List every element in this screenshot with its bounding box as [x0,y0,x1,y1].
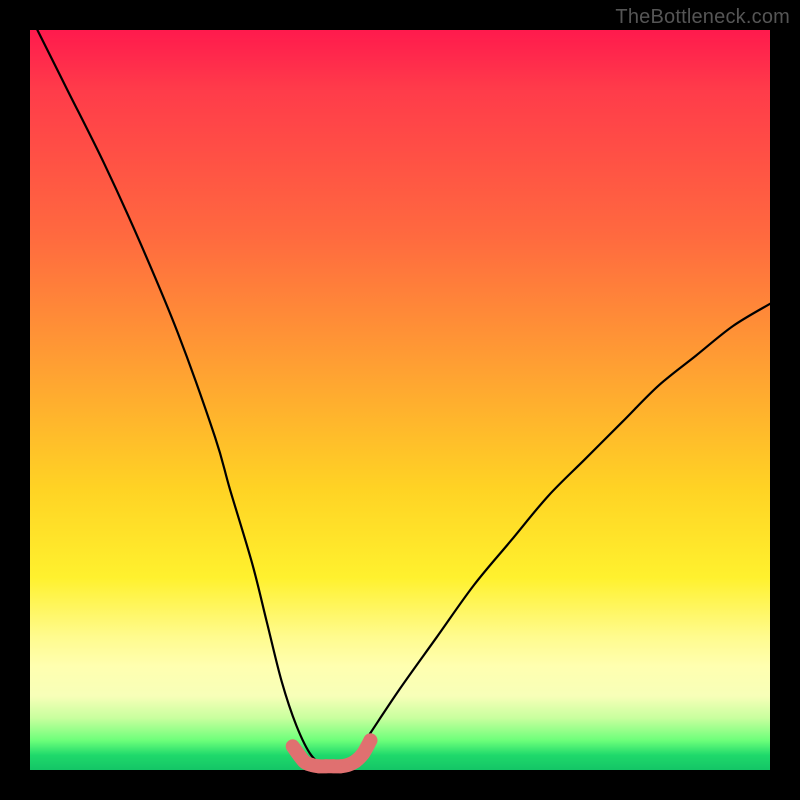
marker-dot [356,747,370,761]
chart-svg [30,30,770,770]
watermark-text: TheBottleneck.com [615,6,790,29]
v-curve-path [37,30,770,768]
marker-dot [363,733,377,747]
marker-dot [287,740,299,752]
bottom-markers-group [287,733,378,773]
outer-frame: TheBottleneck.com [0,0,800,800]
curve-layer [37,30,770,768]
